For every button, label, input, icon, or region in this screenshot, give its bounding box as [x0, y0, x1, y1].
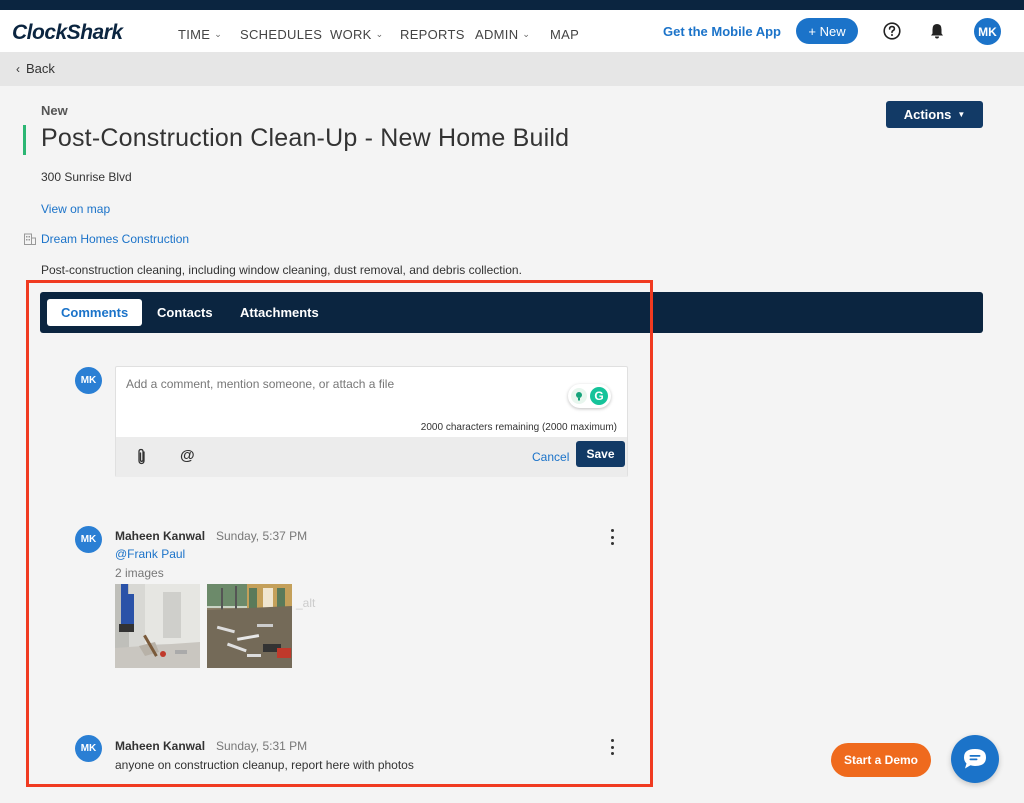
top-stripe	[0, 0, 1024, 10]
bell-icon[interactable]	[928, 22, 946, 40]
top-navbar: ClockShark TIME ⌄ SCHEDULES WORK ⌄ REPOR…	[0, 10, 1024, 52]
grammarly-icon: G	[590, 387, 608, 405]
paperclip-icon[interactable]	[134, 448, 150, 466]
job-address: 300 Sunrise Blvd	[41, 170, 132, 184]
comment-body: anyone on construction cleanup, report h…	[115, 758, 414, 772]
mention-icon[interactable]: @	[180, 447, 195, 464]
composer-toolbar: @ Cancel Save	[116, 437, 627, 477]
job-status: New	[41, 103, 68, 118]
actions-dropdown-button[interactable]: Actions ▼	[886, 101, 983, 128]
comment-author: Maheen Kanwal	[115, 739, 206, 753]
grammarly-widget[interactable]: G	[568, 384, 611, 408]
comment-menu-icon[interactable]	[609, 739, 615, 755]
nav-map[interactable]: MAP	[550, 27, 579, 42]
chevron-down-icon: ⌄	[375, 29, 384, 39]
comment-avatar: MK	[75, 526, 102, 553]
char-count: 2000 characters remaining (2000 maximum)	[420, 422, 617, 433]
tab-attachments[interactable]: Attachments	[226, 299, 333, 326]
chevron-left-icon: ‹	[16, 61, 20, 76]
comment-input[interactable]: Add a comment, mention someone, or attac…	[126, 377, 394, 391]
cancel-button[interactable]: Cancel	[532, 450, 569, 464]
comment-composer: Add a comment, mention someone, or attac…	[115, 366, 628, 477]
get-mobile-app-link[interactable]: Get the Mobile App	[663, 24, 781, 39]
back-bar: ‹ Back	[0, 52, 1024, 86]
clockshark-logo[interactable]: ClockShark	[12, 21, 123, 45]
comment-image-thumbnail[interactable]	[115, 584, 200, 668]
nav-work[interactable]: WORK ⌄	[330, 27, 384, 42]
new-button[interactable]: + New	[796, 18, 858, 44]
chat-button[interactable]	[951, 735, 999, 783]
tab-comments[interactable]: Comments	[47, 299, 143, 326]
comment-menu-icon[interactable]	[609, 529, 615, 545]
chevron-down-icon: ⌄	[214, 29, 223, 39]
nav-time[interactable]: TIME ⌄	[178, 27, 222, 42]
comment-time: Sunday, 5:37 PM	[216, 529, 308, 543]
tab-bar: Comments Contacts Attachments	[40, 292, 983, 333]
comment-image-thumbnail[interactable]	[207, 584, 292, 668]
nav-admin[interactable]: ADMIN ⌄	[475, 27, 530, 42]
help-icon[interactable]	[883, 22, 901, 40]
chevron-down-icon: ⌄	[522, 29, 531, 39]
start-demo-button[interactable]: Start a Demo	[831, 743, 931, 777]
chat-icon	[964, 749, 986, 769]
comment-time: Sunday, 5:31 PM	[216, 739, 308, 753]
comment-avatar: MK	[75, 735, 102, 762]
caret-down-icon: ▼	[957, 110, 966, 119]
nav-reports[interactable]: REPORTS	[400, 27, 465, 42]
tab-contacts[interactable]: Contacts	[143, 299, 227, 326]
building-icon	[24, 233, 36, 245]
image-alt-text: _alt	[296, 596, 316, 610]
lightbulb-icon	[571, 388, 587, 404]
title-accent-bar	[23, 125, 26, 155]
comment-mention[interactable]: @Frank Paul	[115, 547, 185, 561]
composer-avatar: MK	[75, 367, 102, 394]
user-avatar[interactable]: MK	[974, 18, 1001, 45]
nav-schedules[interactable]: SCHEDULES	[240, 27, 322, 42]
comment-author: Maheen Kanwal	[115, 529, 206, 543]
view-on-map-link[interactable]: View on map	[41, 202, 110, 216]
page-title: Post-Construction Clean-Up - New Home Bu…	[41, 124, 570, 152]
job-description: Post-construction cleaning, including wi…	[41, 263, 522, 277]
company-link[interactable]: Dream Homes Construction	[24, 232, 189, 246]
comment-images-count: 2 images	[115, 566, 164, 580]
save-button[interactable]: Save	[576, 441, 625, 467]
back-link[interactable]: ‹ Back	[16, 61, 55, 76]
